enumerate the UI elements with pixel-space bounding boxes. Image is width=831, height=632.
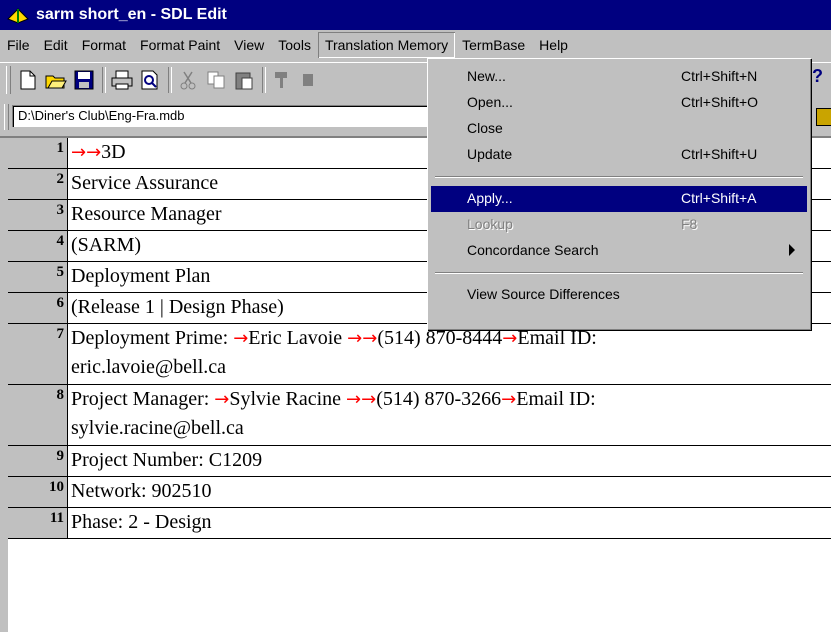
print-icon[interactable]: [110, 68, 134, 92]
window-title: sarm short_en - SDL Edit: [36, 6, 227, 23]
tab-arrow-icon: →: [501, 389, 517, 410]
table-row[interactable]: 7 Deployment Prime: →Eric Lavoie →→(514)…: [8, 324, 831, 385]
help-icon[interactable]: ?: [812, 66, 823, 87]
menu-separator: [435, 272, 803, 274]
table-row[interactable]: 9 Project Number: C1209: [8, 446, 831, 477]
segment-text[interactable]: Network: 902510: [68, 477, 831, 507]
segment-number: 9: [8, 446, 68, 476]
toolbar-separator: [102, 67, 106, 93]
menu-file[interactable]: File: [0, 32, 37, 58]
menu-format[interactable]: Format: [75, 32, 133, 58]
menu-item-new[interactable]: New... Ctrl+Shift+N: [431, 64, 807, 90]
menu-item-open[interactable]: Open... Ctrl+Shift+O: [431, 90, 807, 116]
grid-left-margin: [0, 138, 8, 632]
tab-arrow-icon: →: [233, 328, 249, 349]
menu-item-apply[interactable]: Apply... Ctrl+Shift+A: [431, 186, 807, 212]
title-bar: sarm short_en - SDL Edit: [0, 0, 831, 30]
segment-number: 6: [8, 293, 68, 323]
tm-database-icon[interactable]: [816, 108, 831, 126]
submenu-arrow-icon: [789, 244, 795, 256]
segment-number: 3: [8, 200, 68, 230]
table-row[interactable]: 8 Project Manager: →Sylvie Racine →→(514…: [8, 385, 831, 446]
menu-item-update[interactable]: Update Ctrl+Shift+U: [431, 142, 807, 168]
menu-item-lookup: Lookup F8: [467, 216, 698, 232]
menu-item-view-source-differences[interactable]: View Source Differences: [431, 282, 807, 308]
segment-number: 10: [8, 477, 68, 507]
cut-icon[interactable]: [176, 68, 200, 92]
toolbar-separator: [168, 67, 172, 93]
toolbar-grip[interactable]: [6, 66, 11, 94]
tm-path-field[interactable]: D:\Diner's Club\Eng-Fra.mdb: [12, 105, 438, 127]
open-folder-icon[interactable]: [44, 68, 68, 92]
paste-icon[interactable]: [232, 68, 256, 92]
new-icon[interactable]: [16, 68, 40, 92]
format-paint-icon[interactable]: [270, 68, 294, 92]
menu-separator: [435, 176, 803, 178]
menu-bar: File Edit Format Format Paint View Tools…: [0, 32, 831, 58]
tab-arrow-icon: →→: [347, 328, 378, 349]
partial-toolbar-icon[interactable]: [296, 68, 320, 92]
menu-item-close[interactable]: Close: [431, 116, 807, 142]
toolbar-grip[interactable]: [4, 104, 9, 130]
segment-number: 5: [8, 262, 68, 292]
segment-text[interactable]: Phase: 2 - Design: [68, 508, 831, 538]
segment-text[interactable]: Project Manager: →Sylvie Racine →→(514) …: [68, 385, 831, 445]
segment-number: 2: [8, 169, 68, 199]
menu-format-paint[interactable]: Format Paint: [133, 32, 227, 58]
tab-arrow-icon: →→: [346, 389, 377, 410]
tab-arrow-icon: →: [502, 328, 518, 349]
menu-translation-memory[interactable]: Translation Memory: [317, 32, 456, 58]
menu-termbase[interactable]: TermBase: [455, 32, 532, 58]
copy-icon[interactable]: [204, 68, 228, 92]
menu-view[interactable]: View: [227, 32, 271, 58]
menu-edit[interactable]: Edit: [37, 32, 75, 58]
toolbar-separator: [262, 67, 266, 93]
segment-number: 8: [8, 385, 68, 445]
tab-arrow-icon: →→: [71, 142, 102, 163]
save-icon[interactable]: [72, 68, 96, 92]
segment-number: 1: [8, 138, 68, 168]
translation-memory-menu: New... Ctrl+Shift+N Open... Ctrl+Shift+O…: [427, 58, 811, 330]
menu-tools[interactable]: Tools: [271, 32, 318, 58]
segment-number: 11: [8, 508, 68, 538]
table-row[interactable]: 11 Phase: 2 - Design: [8, 508, 831, 539]
segment-number: 4: [8, 231, 68, 261]
menu-item-concordance-search[interactable]: Concordance Search: [431, 238, 807, 264]
tab-arrow-icon: →: [214, 389, 230, 410]
menu-help[interactable]: Help: [532, 32, 575, 58]
print-preview-icon[interactable]: [138, 68, 162, 92]
table-row[interactable]: 10 Network: 902510: [8, 477, 831, 508]
app-icon: [7, 8, 29, 24]
segment-text[interactable]: Project Number: C1209: [68, 446, 831, 476]
segment-text[interactable]: Deployment Prime: →Eric Lavoie →→(514) 8…: [68, 324, 831, 384]
segment-number: 7: [8, 324, 68, 384]
